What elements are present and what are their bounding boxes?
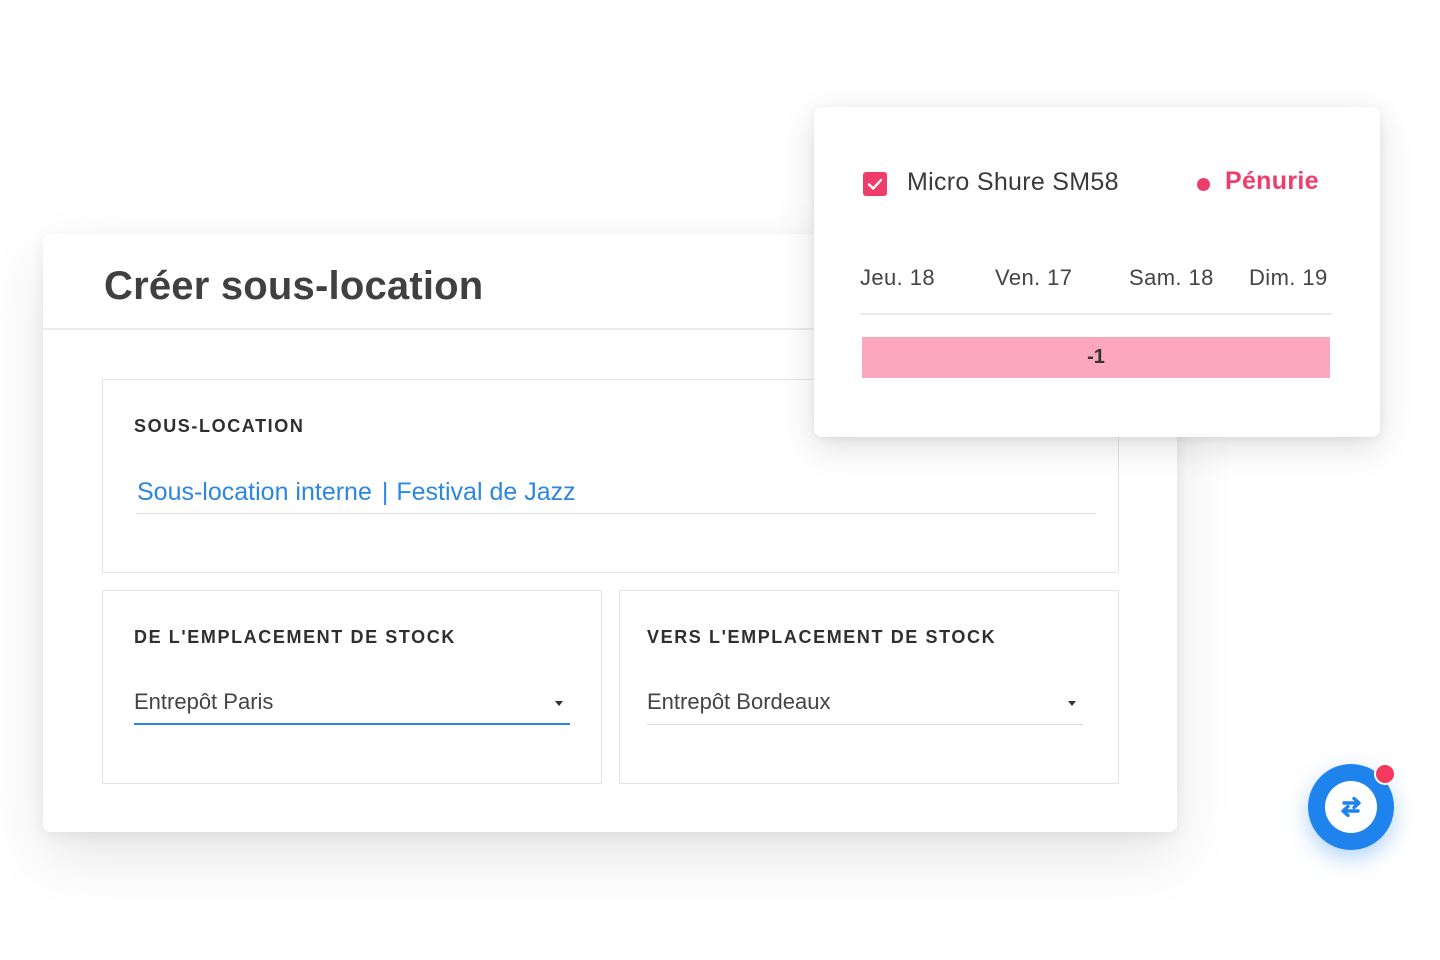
swap-arrows-icon (1341, 796, 1361, 818)
chevron-down-icon[interactable] (555, 701, 563, 706)
stage: Créer sous-location SOUS-LOCATION Sous-l… (0, 0, 1440, 960)
product-name: Micro Shure SM58 (907, 168, 1119, 196)
day-label: Jeu. 18 (860, 265, 935, 290)
fab-inner (1325, 781, 1377, 833)
availability-card: Micro Shure SM58 Pénurie Jeu. 18 Ven. 17… (814, 107, 1380, 437)
product-checkbox[interactable] (863, 172, 887, 196)
sublocation-label: SOUS-LOCATION (134, 416, 305, 436)
shortage-value: -1 (1087, 346, 1105, 368)
to-stock-section: VERS L'EMPLACEMENT DE STOCK Entrepôt Bor… (619, 590, 1119, 784)
status-dot-icon (1197, 178, 1210, 191)
day-label: Sam. 18 (1129, 265, 1214, 290)
from-stock-label: DE L'EMPLACEMENT DE STOCK (134, 627, 456, 647)
from-stock-value: Entrepôt Paris (134, 689, 274, 714)
day-label: Dim. 19 (1249, 265, 1328, 290)
from-stock-section: DE L'EMPLACEMENT DE STOCK Entrepôt Paris (102, 590, 602, 784)
chevron-down-icon[interactable] (1068, 701, 1076, 706)
check-icon (867, 178, 883, 190)
sublocation-field[interactable]: Sous-location interne | Festival de Jazz (137, 478, 1095, 514)
from-stock-select[interactable]: Entrepôt Paris (134, 687, 570, 725)
day-headers: Jeu. 18 Ven. 17 Sam. 18 Dim. 19 (860, 262, 1332, 315)
sublocation-event-link[interactable]: Festival de Jazz (396, 478, 575, 506)
to-stock-label: VERS L'EMPLACEMENT DE STOCK (647, 627, 997, 647)
status-badge: Pénurie (1225, 167, 1319, 195)
day-label: Ven. 17 (995, 265, 1073, 290)
to-stock-select[interactable]: Entrepôt Bordeaux (647, 687, 1083, 725)
notification-badge (1374, 763, 1396, 785)
to-stock-value: Entrepôt Bordeaux (647, 689, 831, 714)
sublocation-type-link[interactable]: Sous-location interne (137, 478, 372, 506)
shortage-bar: -1 (862, 337, 1330, 378)
sublocation-separator: | (381, 478, 389, 506)
